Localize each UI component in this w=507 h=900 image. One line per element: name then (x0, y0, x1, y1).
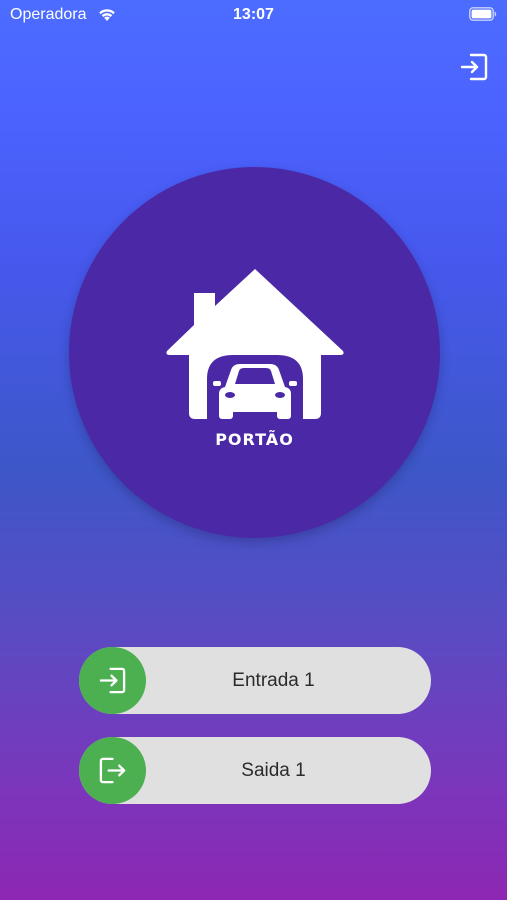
entry-icon (99, 667, 126, 694)
exit-label: Saida 1 (241, 760, 306, 781)
gate-toggle-button[interactable]: PORTÃO (69, 167, 440, 538)
entry-slide-knob[interactable] (79, 647, 146, 714)
exit-slide-button[interactable]: Saida 1 (79, 737, 431, 804)
status-time: 13:07 (233, 6, 274, 23)
exit-slide-knob[interactable] (79, 737, 146, 804)
logout-icon (460, 53, 488, 81)
battery-icon (469, 7, 497, 21)
status-bar: Operadora 13:07 (0, 0, 507, 30)
logout-button[interactable] (459, 52, 489, 82)
exit-icon (99, 757, 126, 784)
entry-label: Entrada 1 (232, 670, 315, 691)
entry-slide-button[interactable]: Entrada 1 (79, 647, 431, 714)
app-screen: Operadora 13:07 PORTÃO Entrada 1 Saida 1 (0, 0, 507, 900)
garage-car-icon (166, 269, 344, 419)
gate-label: PORTÃO (215, 430, 294, 449)
